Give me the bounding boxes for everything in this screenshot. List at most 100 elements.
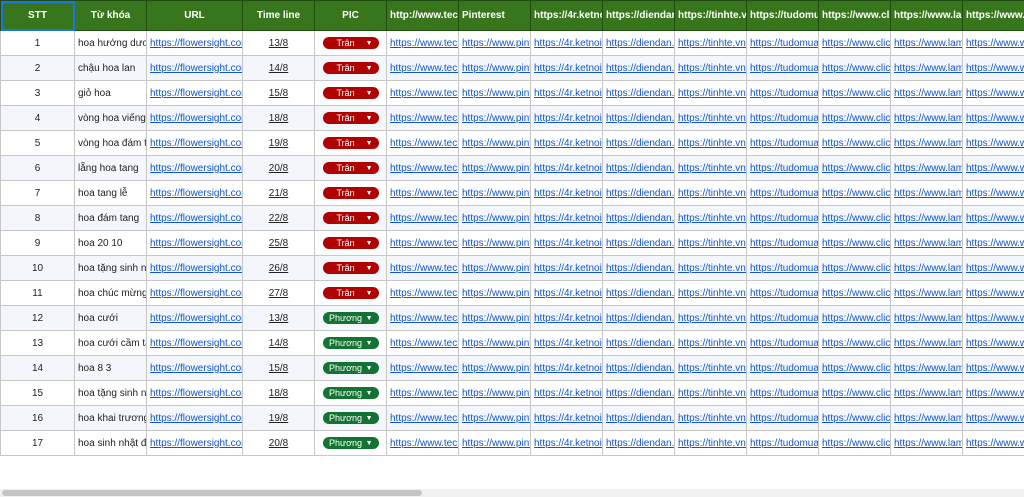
- link-cell[interactable]: https://diendan.v: [602, 430, 675, 456]
- url-link[interactable]: https://flowersight.com/: [146, 330, 243, 356]
- link-cell[interactable]: https://www.lamo: [890, 230, 963, 256]
- link-cell[interactable]: https://www.pinte: [458, 330, 531, 356]
- link-cell[interactable]: https://www.pinte: [458, 255, 531, 281]
- column-header-10[interactable]: https://tinhte.vn/: [674, 0, 747, 31]
- link-cell[interactable]: https://www.click: [818, 180, 891, 206]
- link-cell[interactable]: https://tudomuab: [746, 380, 819, 406]
- link-cell[interactable]: https://www.pinte: [458, 405, 531, 431]
- link-cell[interactable]: https://www.web: [962, 305, 1024, 331]
- link-cell[interactable]: https://diendan.v: [602, 105, 675, 131]
- link-cell[interactable]: https://www.techno: [386, 30, 459, 56]
- link-cell[interactable]: https://tinhte.vn/t: [674, 205, 747, 231]
- timeline-cell[interactable]: 22/8: [242, 205, 315, 231]
- link-cell[interactable]: https://www.techno: [386, 130, 459, 156]
- column-header-12[interactable]: https://www.click: [818, 0, 891, 31]
- link-cell[interactable]: https://www.pinte: [458, 130, 531, 156]
- stt-cell[interactable]: 6: [0, 155, 75, 181]
- link-cell[interactable]: https://tinhte.vn/t: [674, 230, 747, 256]
- link-cell[interactable]: https://www.click: [818, 305, 891, 331]
- pic-dropdown-chip[interactable]: Trân ▼: [322, 62, 379, 74]
- column-header-4[interactable]: Time line: [242, 0, 315, 31]
- link-cell[interactable]: https://www.lamo: [890, 30, 963, 56]
- link-cell[interactable]: https://www.techno: [386, 380, 459, 406]
- link-cell[interactable]: https://www.techno: [386, 280, 459, 306]
- timeline-cell[interactable]: 20/8: [242, 155, 315, 181]
- link-cell[interactable]: https://www.click: [818, 405, 891, 431]
- stt-cell[interactable]: 10: [0, 255, 75, 281]
- link-cell[interactable]: https://www.pinte: [458, 55, 531, 81]
- link-cell[interactable]: https://tudomuab: [746, 55, 819, 81]
- link-cell[interactable]: https://www.lamo: [890, 380, 963, 406]
- url-link[interactable]: https://flowersight.com/: [146, 80, 243, 106]
- link-cell[interactable]: https://www.techno: [386, 105, 459, 131]
- link-cell[interactable]: https://www.web: [962, 205, 1024, 231]
- url-link[interactable]: https://flowersight.com/: [146, 280, 243, 306]
- link-cell[interactable]: https://tudomuab: [746, 130, 819, 156]
- url-link[interactable]: https://flowersight.com/: [146, 205, 243, 231]
- timeline-cell[interactable]: 13/8: [242, 30, 315, 56]
- link-cell[interactable]: https://4r.ketnoita: [530, 55, 603, 81]
- url-link[interactable]: https://flowersight.com/: [146, 30, 243, 56]
- link-cell[interactable]: https://www.techno: [386, 255, 459, 281]
- link-cell[interactable]: https://www.lamo: [890, 180, 963, 206]
- link-cell[interactable]: https://www.web: [962, 280, 1024, 306]
- url-link[interactable]: https://flowersight.com/: [146, 230, 243, 256]
- link-cell[interactable]: https://tinhte.vn/t: [674, 280, 747, 306]
- link-cell[interactable]: https://www.techno: [386, 155, 459, 181]
- link-cell[interactable]: https://4r.ketnoita: [530, 105, 603, 131]
- link-cell[interactable]: https://www.web: [962, 430, 1024, 456]
- url-link[interactable]: https://flowersight.com/: [146, 430, 243, 456]
- link-cell[interactable]: https://www.lamo: [890, 305, 963, 331]
- link-cell[interactable]: https://diendan.v: [602, 405, 675, 431]
- column-header-5[interactable]: PIC: [314, 0, 387, 31]
- link-cell[interactable]: https://www.click: [818, 280, 891, 306]
- timeline-cell[interactable]: 13/8: [242, 305, 315, 331]
- stt-cell[interactable]: 11: [0, 280, 75, 306]
- keyword-cell[interactable]: hoa tặng sinh nhật: [74, 255, 147, 281]
- link-cell[interactable]: https://www.click: [818, 355, 891, 381]
- keyword-cell[interactable]: vòng hoa viếng tang: [74, 105, 147, 131]
- pic-dropdown-chip[interactable]: Trân ▼: [322, 112, 379, 124]
- stt-cell[interactable]: 7: [0, 180, 75, 206]
- link-cell[interactable]: https://www.web: [962, 255, 1024, 281]
- timeline-cell[interactable]: 15/8: [242, 355, 315, 381]
- link-cell[interactable]: https://tudomuab: [746, 230, 819, 256]
- timeline-cell[interactable]: 26/8: [242, 255, 315, 281]
- pic-dropdown-chip[interactable]: Phương ▼: [322, 337, 379, 349]
- timeline-cell[interactable]: 18/8: [242, 105, 315, 131]
- link-cell[interactable]: https://diendan.v: [602, 80, 675, 106]
- link-cell[interactable]: https://tudomuab: [746, 430, 819, 456]
- keyword-cell[interactable]: hoa 20 10: [74, 230, 147, 256]
- link-cell[interactable]: https://www.lamo: [890, 130, 963, 156]
- link-cell[interactable]: https://www.web: [962, 105, 1024, 131]
- link-cell[interactable]: https://www.techno: [386, 405, 459, 431]
- link-cell[interactable]: https://tinhte.vn/t: [674, 255, 747, 281]
- link-cell[interactable]: https://www.web: [962, 230, 1024, 256]
- link-cell[interactable]: https://diendan.v: [602, 205, 675, 231]
- keyword-cell[interactable]: hoa 8 3: [74, 355, 147, 381]
- url-link[interactable]: https://flowersight.com/: [146, 105, 243, 131]
- link-cell[interactable]: https://diendan.v: [602, 230, 675, 256]
- link-cell[interactable]: https://tudomuab: [746, 330, 819, 356]
- link-cell[interactable]: https://www.techno: [386, 430, 459, 456]
- keyword-cell[interactable]: hoa khai trương: [74, 405, 147, 431]
- keyword-cell[interactable]: vòng hoa đám tang: [74, 130, 147, 156]
- pic-dropdown-chip[interactable]: Trân ▼: [322, 162, 379, 174]
- link-cell[interactable]: https://www.web: [962, 405, 1024, 431]
- url-link[interactable]: https://flowersight.com/: [146, 355, 243, 381]
- keyword-cell[interactable]: lẵng hoa tang: [74, 155, 147, 181]
- timeline-cell[interactable]: 14/8: [242, 330, 315, 356]
- timeline-cell[interactable]: 20/8: [242, 430, 315, 456]
- scrollbar-thumb[interactable]: [2, 490, 422, 496]
- link-cell[interactable]: https://www.pinte: [458, 355, 531, 381]
- keyword-cell[interactable]: hoa chúc mừng sinh: [74, 280, 147, 306]
- timeline-cell[interactable]: 18/8: [242, 380, 315, 406]
- link-cell[interactable]: https://www.click: [818, 230, 891, 256]
- link-cell[interactable]: https://4r.ketnoita: [530, 355, 603, 381]
- url-link[interactable]: https://flowersight.com/: [146, 180, 243, 206]
- pic-dropdown-chip[interactable]: Trân ▼: [322, 287, 379, 299]
- link-cell[interactable]: https://www.lamo: [890, 105, 963, 131]
- timeline-cell[interactable]: 19/8: [242, 405, 315, 431]
- url-link[interactable]: https://flowersight.com/: [146, 380, 243, 406]
- link-cell[interactable]: https://tudomuab: [746, 30, 819, 56]
